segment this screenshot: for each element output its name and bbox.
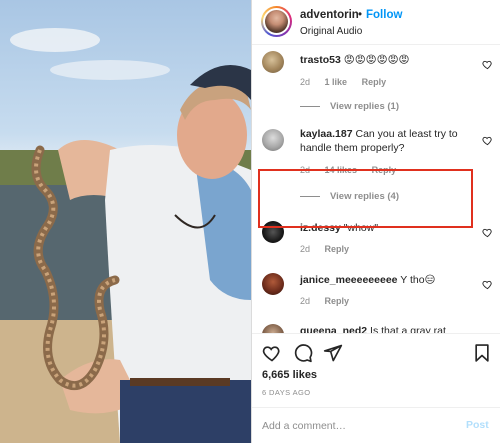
- reply-button[interactable]: Reply: [362, 77, 387, 87]
- comment-text: Y tho😑: [400, 274, 436, 286]
- post-header: adventorin • Follow Original Audio: [252, 0, 500, 45]
- heart-icon[interactable]: [482, 59, 493, 70]
- comment-avatar[interactable]: [262, 51, 284, 73]
- view-replies-label: View replies (1): [330, 101, 399, 112]
- author-username[interactable]: adventorin: [300, 9, 359, 21]
- reply-button[interactable]: Reply: [325, 296, 350, 306]
- comment-text-block: janice_meeeeeeeee Y tho😑: [300, 273, 485, 287]
- post-actions: 6,665 likes 6 DAYS AGO Post: [252, 333, 500, 443]
- reply-button[interactable]: Reply: [325, 244, 350, 254]
- post-comment-button[interactable]: Post: [466, 419, 489, 431]
- comment-avatar[interactable]: [262, 129, 284, 151]
- comment-username[interactable]: gueena_ned2: [300, 325, 367, 333]
- replies-line: [300, 105, 320, 107]
- comment-text-block: trasto53 😡😡😡😡😡😡: [300, 53, 480, 67]
- comment-item: trasto53 😡😡😡😡😡😡 2d 1 like Reply View rep…: [252, 47, 500, 125]
- comment-age: 2d: [300, 244, 311, 254]
- comment-text: 😡😡😡😡😡😡: [343, 54, 410, 66]
- comments-list[interactable]: trasto53 😡😡😡😡😡😡 2d 1 like Reply View rep…: [252, 45, 500, 333]
- heart-icon[interactable]: [482, 135, 493, 146]
- post-date[interactable]: 6 DAYS AGO: [262, 388, 310, 397]
- comment-text-block: kaylaa.187 Can you at least try to handl…: [300, 127, 480, 155]
- comment-meta: 2d Reply: [300, 244, 361, 254]
- like-count[interactable]: 6,665 likes: [262, 369, 317, 381]
- view-replies-button[interactable]: View replies (1): [300, 101, 399, 112]
- follow-button[interactable]: Follow: [366, 9, 402, 21]
- comment-text: Is that a gray rat: [370, 325, 446, 333]
- post-photo: [0, 28, 251, 443]
- comment-item: gueena_ned2 Is that a gray rat: [252, 321, 500, 333]
- comment-avatar[interactable]: [262, 324, 284, 333]
- header-separator: •: [358, 9, 363, 21]
- bookmark-icon[interactable]: [472, 343, 492, 363]
- comment-text-block: gueena_ned2 Is that a gray rat: [300, 324, 485, 333]
- comment-age: 2d: [300, 77, 311, 87]
- comment-username[interactable]: kaylaa.187: [300, 128, 353, 140]
- comment-meta: 2d Reply: [300, 296, 361, 306]
- author-avatar[interactable]: [261, 6, 292, 37]
- comment-age: 2d: [300, 296, 311, 306]
- heart-icon[interactable]: [262, 343, 282, 363]
- post-media-image[interactable]: [0, 0, 251, 443]
- comment-input[interactable]: [262, 417, 442, 435]
- comment-like-count[interactable]: 1 like: [325, 77, 348, 87]
- heart-icon[interactable]: [482, 227, 493, 238]
- comment-username[interactable]: trasto53: [300, 54, 341, 66]
- comment-icon[interactable]: [293, 343, 313, 363]
- audio-link[interactable]: Original Audio: [300, 26, 362, 37]
- comment-meta: 2d 1 like Reply: [300, 77, 398, 87]
- heart-icon[interactable]: [482, 279, 493, 290]
- add-comment-bar: Post: [252, 407, 500, 443]
- share-icon[interactable]: [323, 343, 343, 363]
- comment-username[interactable]: janice_meeeeeeeee: [300, 274, 398, 286]
- comment-avatar[interactable]: [262, 273, 284, 295]
- comment-highlight-box: [258, 169, 473, 228]
- post-side-panel: adventorin • Follow Original Audio trast…: [252, 0, 500, 443]
- comment-item: janice_meeeeeeeee Y tho😑 2d Reply: [252, 269, 500, 319]
